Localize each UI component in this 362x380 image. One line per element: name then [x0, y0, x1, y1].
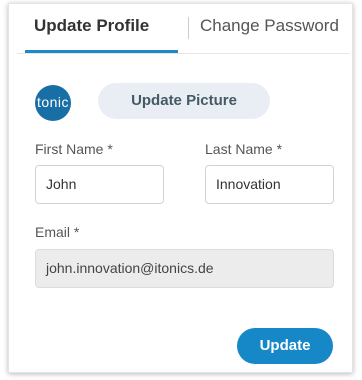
last-name-label: Last Name * [205, 141, 283, 157]
tab-update-profile[interactable]: Update Profile [34, 16, 149, 36]
active-tab-indicator [25, 50, 178, 53]
update-profile-card: Update Profile Change Password tonic Upd… [8, 3, 353, 373]
email-input: john.innovation@itonics.de [35, 249, 334, 288]
last-name-input[interactable]: Innovation [205, 165, 334, 204]
avatar-logo-text: tonic [36, 94, 70, 110]
update-button[interactable]: Update [237, 328, 333, 364]
tab-change-password[interactable]: Change Password [200, 16, 339, 36]
update-picture-button[interactable]: Update Picture [98, 83, 270, 119]
first-name-label: First Name * [35, 141, 113, 157]
avatar: tonic [35, 85, 71, 121]
profile-tabs: Update Profile Change Password [17, 4, 349, 54]
email-label: Email * [35, 224, 80, 240]
tab-divider [188, 17, 189, 39]
first-name-input[interactable]: John [35, 165, 164, 204]
